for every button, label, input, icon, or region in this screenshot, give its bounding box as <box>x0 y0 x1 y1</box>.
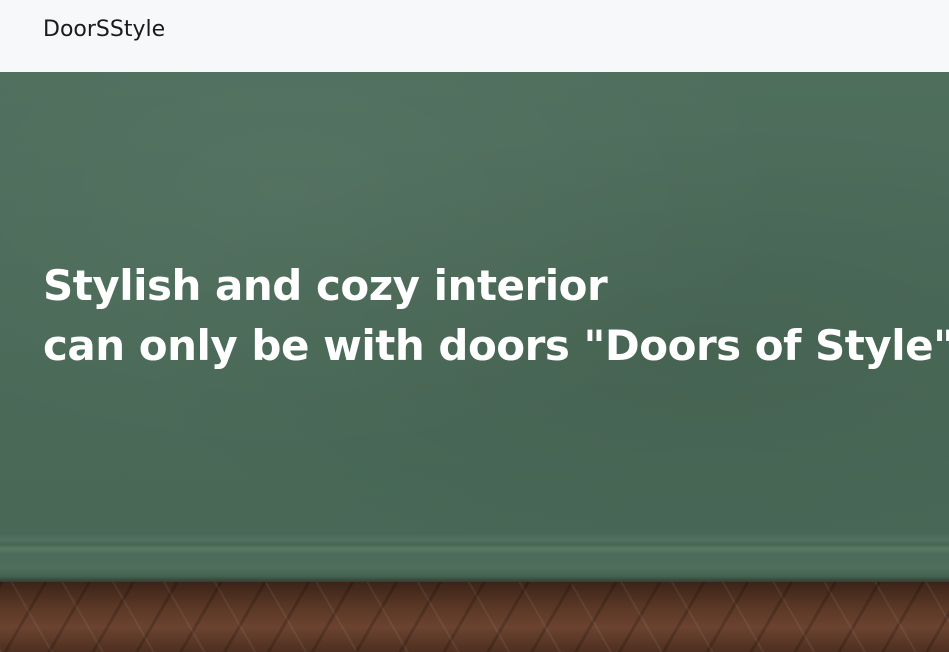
brand-logo-link[interactable]: DoorSStyle <box>43 17 165 42</box>
hero-baseboard <box>0 534 949 582</box>
top-navbar: DoorSStyle <box>0 0 949 72</box>
hero-floor-background <box>0 582 949 652</box>
hero-headline-line-1: Stylish and cozy interior <box>43 261 608 310</box>
hero-headline: Stylish and cozy interior can only be wi… <box>43 256 949 376</box>
hero-headline-line-2: can only be with doors "Doors of Style" <box>43 321 949 370</box>
